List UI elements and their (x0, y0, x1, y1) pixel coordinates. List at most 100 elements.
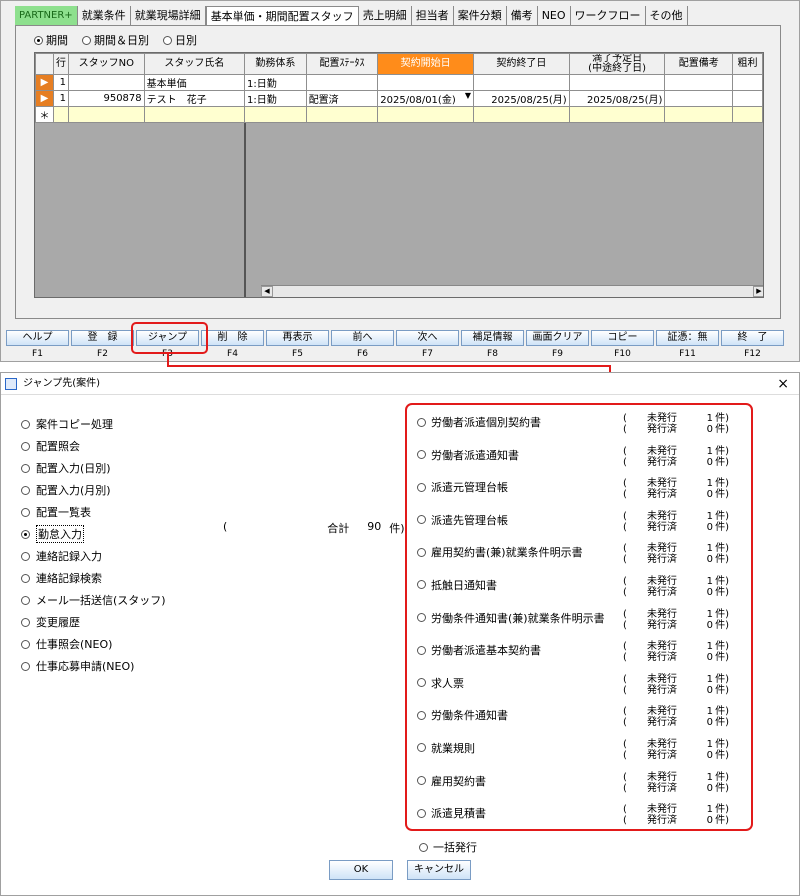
tab-partner[interactable]: PARTNER+ (15, 6, 78, 26)
case-edit-window: PARTNER+ 就業条件 就業現場詳細 基本単価・期間配置スタッフ 売上明細 … (0, 0, 800, 362)
document-radio[interactable]: 労働条件通知書(兼)就業条件明示書 (417, 610, 605, 626)
document-item[interactable]: 抵触日通知書 (未発行 1 件) (発行済 0 件) (417, 574, 753, 607)
tab-sales-details[interactable]: 売上明細 (359, 6, 412, 26)
document-item[interactable]: 労働条件通知書 (未発行 1 件) (発行済 0 件) (417, 704, 753, 737)
fkey-label: F2 (97, 349, 108, 359)
cell-empty[interactable] (67, 106, 145, 123)
previous-button[interactable]: 前へ (331, 330, 394, 346)
cell-empty[interactable] (143, 106, 246, 123)
document-item[interactable]: 労働者派遣基本契約書 (未発行 1 件) (発行済 0 件) (417, 639, 753, 672)
document-item[interactable]: 雇用契約書 (未発行 1 件) (発行済 0 件) (417, 770, 753, 803)
document-radio[interactable]: 雇用契約書 (417, 773, 486, 789)
tab-worksite-details[interactable]: 就業現場詳細 (131, 6, 206, 26)
radio-daily[interactable]: 日別 (163, 32, 197, 48)
scroll-right-icon[interactable]: ▶ (753, 286, 763, 297)
document-item[interactable]: 労働者派遣通知書 (未発行 1 件) (発行済 0 件) (417, 444, 753, 477)
option-label: 配置一覧表 (36, 506, 91, 519)
dropdown-arrow-icon[interactable]: ▼ (465, 92, 471, 101)
tab-notes[interactable]: 備考 (507, 6, 538, 26)
document-radio[interactable]: 就業規則 (417, 740, 475, 756)
document-radio[interactable]: 労働者派遣個別契約書 (417, 414, 541, 430)
document-radio[interactable]: 労働条件通知書 (417, 707, 508, 723)
delete-button[interactable]: 削 除 (201, 330, 264, 346)
tab-case-category[interactable]: 案件分類 (454, 6, 507, 26)
radio-period[interactable]: 期間 (34, 32, 68, 48)
dialog-title: ジャンプ先(案件) (23, 378, 101, 389)
option-placement-list[interactable]: 配置一覧表 (21, 501, 166, 523)
option-job-application-neo[interactable]: 仕事応募申請(NEO) (21, 655, 166, 677)
document-item[interactable]: 派遣先管理台帳 (未発行 1 件) (発行済 0 件) (417, 509, 753, 542)
document-item[interactable]: 派遣元管理台帳 (未発行 1 件) (発行済 0 件) (417, 476, 753, 509)
radio-period-daily[interactable]: 期間＆日別 (82, 32, 149, 48)
register-button[interactable]: 登 録 (71, 330, 134, 346)
cell-empty[interactable] (732, 106, 763, 123)
refresh-button[interactable]: 再表示 (266, 330, 329, 346)
document-item[interactable]: 雇用契約書(兼)就業条件明示書 (未発行 1 件) (発行済 0 件) (417, 541, 753, 574)
ok-button[interactable]: OK (329, 860, 393, 880)
status-paren: ( (623, 521, 627, 533)
exit-button[interactable]: 終 了 (721, 330, 784, 346)
document-radio[interactable]: 労働者派遣基本契約書 (417, 642, 541, 658)
document-radio[interactable]: 抵触日通知書 (417, 577, 497, 593)
cell-empty[interactable] (473, 106, 570, 123)
document-item[interactable]: 就業規則 (未発行 1 件) (発行済 0 件) (417, 737, 753, 770)
close-icon[interactable]: × (777, 373, 789, 395)
supplement-info-button[interactable]: 補足情報 (461, 330, 524, 346)
option-bulk-issue[interactable]: 一括発行 (419, 839, 477, 855)
table-row[interactable]: ▶ 1 950878 テスト 花子 1:日勤 配置済 2025/08/01(金)… (35, 90, 763, 107)
horizontal-scrollbar[interactable]: ◀ ▶ (261, 285, 763, 297)
cell-empty[interactable] (305, 106, 379, 123)
document-radio[interactable]: 求人票 (417, 675, 464, 691)
status-paren: ( (623, 478, 627, 490)
scroll-left-icon[interactable]: ◀ (261, 286, 273, 297)
option-placement-inquiry[interactable]: 配置照会 (21, 435, 166, 457)
option-label: 仕事照会(NEO) (36, 638, 113, 651)
document-item[interactable]: 求人票 (未発行 1 件) (発行済 0 件) (417, 672, 753, 705)
help-button[interactable]: ヘルプ (6, 330, 69, 346)
cell-empty[interactable] (377, 106, 474, 123)
document-radio[interactable]: 労働者派遣通知書 (417, 447, 519, 463)
document-radio[interactable]: 派遣見積書 (417, 805, 486, 821)
document-item[interactable]: 労働条件通知書(兼)就業条件明示書 (未発行 1 件) (発行済 0 件) (417, 607, 753, 640)
option-case-copy[interactable]: 案件コピー処理 (21, 413, 166, 435)
option-contact-search[interactable]: 連絡記録検索 (21, 567, 166, 589)
option-placement-monthly[interactable]: 配置入力(月別) (21, 479, 166, 501)
dialog-titlebar: ジャンプ先(案件) × (1, 373, 799, 395)
tab-neo[interactable]: NEO (538, 6, 571, 26)
row-arrow-icon[interactable]: ▶ (35, 90, 54, 107)
row-arrow-icon[interactable]: ▶ (35, 74, 54, 91)
tab-other[interactable]: その他 (646, 6, 688, 26)
grid-header-row: 行 スタッフNO スタッフ氏名 勤務体系 配置ｽﾃｰﾀｽ 契約開始日 契約終了日… (35, 53, 763, 75)
tab-person-in-charge[interactable]: 担当者 (412, 6, 454, 26)
copy-button[interactable]: コピー (591, 330, 654, 346)
evidence-button[interactable]: 証憑：無 (656, 330, 719, 346)
issued-count: 0 (706, 424, 713, 435)
cancel-button[interactable]: キャンセル (407, 860, 471, 880)
count-unit: 件) (715, 673, 729, 685)
option-attendance-input[interactable]: 勤怠入力 (21, 523, 166, 545)
option-bulk-mail[interactable]: メール一括送信(スタッフ) (21, 589, 166, 611)
new-row[interactable]: ＊ (35, 106, 763, 123)
table-row[interactable]: ▶ 1 基本単価 1:日勤 (35, 74, 763, 91)
tab-employment-conditions[interactable]: 就業条件 (78, 6, 131, 26)
option-contact-input[interactable]: 連絡記録入力 (21, 545, 166, 567)
option-placement-daily[interactable]: 配置入力(日別) (21, 457, 166, 479)
cell-staff-name: 基本単価 (143, 74, 246, 91)
tab-base-rate-staff[interactable]: 基本単価・期間配置スタッフ (205, 6, 359, 26)
document-radio[interactable]: 派遣元管理台帳 (417, 479, 508, 495)
document-item[interactable]: 労働者派遣個別契約書 (未発行 1 件) (発行済 0 件) (417, 411, 753, 444)
next-button[interactable]: 次へ (396, 330, 459, 346)
document-item[interactable]: 派遣見積書 (未発行 1 件) (発行済 0 件) (417, 802, 753, 835)
document-radio[interactable]: 雇用契約書(兼)就業条件明示書 (417, 544, 583, 560)
tab-workflow[interactable]: ワークフロー (571, 6, 646, 26)
option-job-inquiry-neo[interactable]: 仕事照会(NEO) (21, 633, 166, 655)
clear-screen-button[interactable]: 画面クリア (526, 330, 589, 346)
cell-empty[interactable] (568, 106, 666, 123)
cell-empty[interactable] (244, 106, 307, 123)
staff-grid[interactable]: 行 スタッフNO スタッフ氏名 勤務体系 配置ｽﾃｰﾀｽ 契約開始日 契約終了日… (34, 52, 764, 298)
document-radio[interactable]: 派遣先管理台帳 (417, 512, 508, 528)
cell-start[interactable]: 2025/08/01(金) ▼ (377, 90, 474, 107)
cell-empty[interactable] (52, 106, 69, 123)
cell-empty[interactable] (664, 106, 734, 123)
option-change-history[interactable]: 変更履歴 (21, 611, 166, 633)
